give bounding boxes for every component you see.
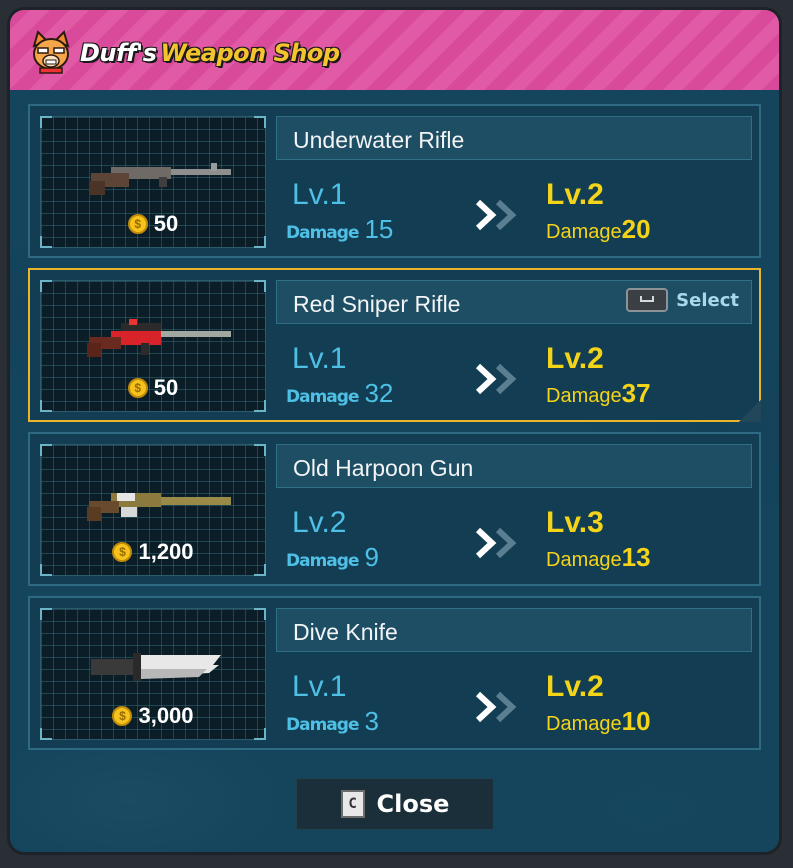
next-level: Lv.2 bbox=[546, 178, 604, 211]
next-damage-label: Damage bbox=[546, 713, 622, 735]
price-tag: $ 3,000 bbox=[41, 703, 265, 729]
select-label: Select bbox=[676, 289, 739, 311]
next-level: Lv.2 bbox=[546, 670, 604, 703]
knife-icon bbox=[91, 653, 221, 681]
price-tag: $ 50 bbox=[41, 211, 265, 237]
double-chevron-right-icon bbox=[475, 363, 517, 395]
spacebar-key-icon bbox=[626, 288, 669, 312]
current-damage: Damage 9 bbox=[286, 542, 379, 573]
current-damage: Damage 32 bbox=[286, 378, 393, 409]
next-damage-label: Damage bbox=[546, 221, 622, 243]
next-damage-label: Damage bbox=[546, 549, 622, 571]
weapon-thumbnail: $ 50 bbox=[40, 280, 266, 412]
current-damage: Damage 3 bbox=[286, 706, 379, 737]
weapon-name-bar: Underwater Rifle bbox=[276, 116, 752, 160]
next-damage: Damage 10 bbox=[546, 706, 651, 737]
weapon-name-bar: Old Harpoon Gun bbox=[276, 444, 752, 488]
next-level: Lv.3 bbox=[546, 506, 604, 539]
next-level: Lv.2 bbox=[546, 342, 604, 375]
price-value: 1,200 bbox=[138, 539, 194, 564]
double-chevron-right-icon bbox=[475, 527, 517, 559]
cat-mascot-icon bbox=[32, 30, 70, 74]
close-label: Close bbox=[376, 790, 450, 818]
next-damage: Damage 13 bbox=[546, 542, 651, 573]
current-damage-value: 3 bbox=[364, 706, 379, 736]
next-damage-label: Damage bbox=[546, 385, 622, 407]
current-level: Lv.1 bbox=[292, 342, 347, 375]
shop-item-old-harpoon-gun[interactable]: $ 1,200 Old Harpoon Gun Lv.2 Damage 9 Lv… bbox=[28, 432, 761, 586]
current-level: Lv.1 bbox=[292, 670, 347, 703]
next-damage: Damage 37 bbox=[546, 378, 651, 409]
shop-item-red-sniper-rifle[interactable]: $ 50 Red Sniper Rifle Select Lv.1 Damage… bbox=[28, 268, 761, 422]
shop-item-dive-knife[interactable]: $ 3,000 Dive Knife Lv.1 Damage 3 Lv.2 Da… bbox=[28, 596, 761, 750]
shop-title-name: Weapon Shop bbox=[160, 39, 341, 67]
rifle-icon bbox=[89, 163, 231, 195]
select-button[interactable]: Select bbox=[626, 288, 739, 312]
price-tag: $ 1,200 bbox=[41, 539, 265, 565]
current-damage-label: Damage bbox=[286, 551, 359, 571]
double-chevron-right-icon bbox=[475, 199, 517, 231]
weapon-thumbnail: $ 3,000 bbox=[40, 608, 266, 740]
coin-icon: $ bbox=[112, 542, 133, 562]
weapon-name-bar: Red Sniper Rifle Select bbox=[276, 280, 752, 324]
current-level: Lv.1 bbox=[292, 178, 347, 211]
weapon-name: Red Sniper Rifle bbox=[293, 291, 461, 317]
weapon-name-bar: Dive Knife bbox=[276, 608, 752, 652]
price-value: 50 bbox=[153, 375, 179, 400]
price-value: 3,000 bbox=[138, 703, 194, 728]
weapon-name: Old Harpoon Gun bbox=[293, 455, 474, 481]
close-button[interactable]: C Close bbox=[296, 778, 494, 830]
weapon-shop-window: Duff's Weapon Shop $ 50 Underwater Rifle… bbox=[10, 10, 779, 852]
next-damage-value: 37 bbox=[621, 378, 651, 408]
next-damage-value: 20 bbox=[621, 214, 651, 244]
weapon-name: Dive Knife bbox=[293, 619, 398, 645]
next-damage: Damage 20 bbox=[546, 214, 651, 245]
current-level: Lv.2 bbox=[292, 506, 347, 539]
harpoon-gun-icon bbox=[87, 493, 231, 521]
double-chevron-right-icon bbox=[475, 691, 517, 723]
current-damage-label: Damage bbox=[286, 387, 359, 407]
current-damage-label: Damage bbox=[286, 715, 359, 735]
shop-title-owner: Duff's bbox=[80, 39, 157, 67]
current-damage: Damage 15 bbox=[286, 214, 393, 245]
current-damage-value: 15 bbox=[364, 214, 394, 244]
weapon-thumbnail: $ 50 bbox=[40, 116, 266, 248]
weapon-name: Underwater Rifle bbox=[293, 127, 465, 153]
price-value: 50 bbox=[153, 211, 179, 236]
coin-icon: $ bbox=[127, 214, 148, 234]
shop-item-underwater-rifle[interactable]: $ 50 Underwater Rifle Lv.1 Damage 15 Lv.… bbox=[28, 104, 761, 258]
coin-icon: $ bbox=[112, 706, 133, 726]
shop-title: Duff's Weapon Shop bbox=[80, 36, 340, 70]
current-damage-label: Damage bbox=[286, 223, 359, 243]
sniper-rifle-icon bbox=[87, 319, 231, 357]
current-damage-value: 9 bbox=[364, 542, 379, 572]
c-key-icon: C bbox=[340, 790, 365, 818]
current-damage-value: 32 bbox=[364, 378, 394, 408]
coin-icon: $ bbox=[127, 378, 148, 398]
next-damage-value: 13 bbox=[621, 542, 651, 572]
weapon-thumbnail: $ 1,200 bbox=[40, 444, 266, 576]
price-tag: $ 50 bbox=[41, 375, 265, 401]
shop-header: Duff's Weapon Shop bbox=[10, 10, 779, 90]
next-damage-value: 10 bbox=[621, 706, 651, 736]
